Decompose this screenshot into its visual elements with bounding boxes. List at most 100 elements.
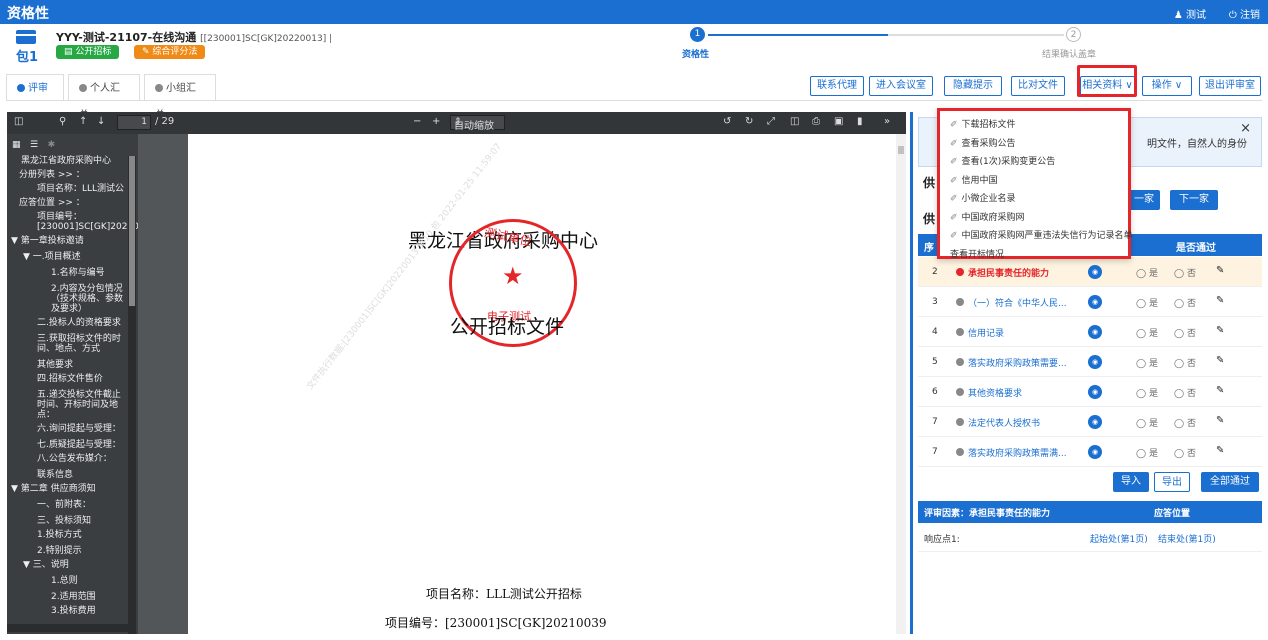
hide-tip-button[interactable]: 隐藏提示 — [944, 76, 1002, 96]
radio-yes[interactable]: ◯ 是 — [1136, 296, 1158, 309]
edit-icon[interactable]: ✎ — [1216, 385, 1224, 396]
import-button[interactable]: 导入 — [1113, 472, 1149, 492]
row-item-name[interactable]: 信用记录 — [968, 326, 1084, 339]
row-item-name[interactable]: （一）符合《中华人民... — [968, 296, 1084, 309]
radio-yes[interactable]: ◯ 是 — [1136, 386, 1158, 399]
prev-page-icon[interactable]: ↑ — [79, 116, 87, 127]
outline-item[interactable]: 联系信息 — [37, 470, 73, 481]
outline-item[interactable]: 六.询问提起与受理： — [37, 424, 121, 435]
attachment-icon[interactable]: ✱ — [48, 140, 56, 150]
pass-all-button[interactable]: 全部通过 — [1201, 472, 1259, 492]
search-icon[interactable]: ⚲ — [59, 116, 66, 127]
radio-no[interactable]: ◯ 否 — [1174, 356, 1196, 369]
outline-hscrollbar[interactable] — [7, 624, 128, 632]
outline-item[interactable]: 二.投标人的资格要求 — [37, 318, 121, 329]
table-row[interactable]: 7 落实政府采购政策需满... ◉ ◯ 是 ◯ 否 ✎ — [918, 437, 1262, 467]
detail-badge-icon[interactable]: ◉ — [1088, 295, 1102, 309]
download-icon[interactable]: ▣ — [834, 116, 843, 127]
dropdown-item[interactable]: ✐ 中国政府采购网严重违法失信行为记录名单 — [950, 228, 1133, 241]
row-item-name[interactable]: 落实政府采购政策需满... — [968, 446, 1084, 459]
detail-badge-icon[interactable]: ◉ — [1088, 445, 1102, 459]
outline-item[interactable]: [230001]SC[GK]202100 — [37, 222, 138, 233]
radio-no[interactable]: ◯ 否 — [1174, 266, 1196, 279]
outline-item[interactable]: 八.公告发布媒介： — [37, 454, 112, 465]
contact-agent-button[interactable]: 联系代理 — [810, 76, 864, 96]
sidebar-toggle-icon[interactable]: ◫ — [14, 116, 23, 127]
outline-item[interactable]: 2.特别提示 — [37, 546, 82, 557]
edit-icon[interactable]: ✎ — [1216, 265, 1224, 276]
user-name[interactable]: ♟ 测试 — [1174, 6, 1206, 21]
open-file-icon[interactable]: ◫ — [790, 116, 799, 127]
row-item-name[interactable]: 落实政府采购政策需要... — [968, 356, 1084, 369]
prev-supplier-button[interactable]: 一家 — [1128, 190, 1160, 210]
outline-item[interactable]: 一、前附表： — [37, 500, 91, 511]
radio-no[interactable]: ◯ 否 — [1174, 386, 1196, 399]
outline-item[interactable]: 1.投标方式 — [37, 530, 82, 541]
detail-badge-icon[interactable]: ◉ — [1088, 265, 1102, 279]
outline-item[interactable]: 1.总则 — [51, 576, 78, 587]
logout-button[interactable]: ⏻ 注销 — [1229, 6, 1260, 21]
rotate-ccw-icon[interactable]: ↺ — [723, 116, 731, 127]
edit-icon[interactable]: ✎ — [1216, 415, 1224, 426]
table-row[interactable]: 3 （一）符合《中华人民... ◉ ◯ 是 ◯ 否 ✎ — [918, 287, 1262, 317]
outline-item[interactable]: 3.投标费用 — [51, 606, 96, 617]
end-position-link[interactable]: 结束处(第1页) — [1158, 532, 1216, 545]
operation-button[interactable]: 操作 ∨ — [1142, 76, 1192, 96]
radio-no[interactable]: ◯ 否 — [1174, 446, 1196, 459]
row-item-name[interactable]: 法定代表人授权书 — [968, 416, 1084, 429]
outline-item[interactable]: 其他要求 — [37, 360, 73, 371]
outline-item[interactable]: 间、地点、方式 — [37, 344, 100, 355]
dropdown-item[interactable]: 查看开标情况 — [950, 247, 1004, 260]
thumbnail-icon[interactable]: ▦ — [12, 140, 21, 150]
next-supplier-button[interactable]: 下一家 — [1170, 190, 1218, 210]
outline-scroll-thumb[interactable] — [129, 156, 135, 306]
radio-no[interactable]: ◯ 否 — [1174, 416, 1196, 429]
dropdown-item[interactable]: ✐ 中国政府采购网 — [950, 210, 1025, 223]
edit-icon[interactable]: ✎ — [1216, 355, 1224, 366]
row-item-name[interactable]: 其他资格要求 — [968, 386, 1084, 399]
dropdown-item[interactable]: ✐ 下载招标文件 — [950, 117, 1016, 130]
radio-yes[interactable]: ◯ 是 — [1136, 266, 1158, 279]
outline-item[interactable]: ▼ 第一章投标邀请 — [11, 236, 84, 247]
pdf-scrollbar[interactable] — [896, 134, 906, 634]
exit-review-button[interactable]: 退出评审室 — [1199, 76, 1261, 96]
dropdown-item[interactable]: ✐ 查看采购公告 — [950, 136, 1016, 149]
radio-no[interactable]: ◯ 否 — [1174, 326, 1196, 339]
dropdown-item[interactable]: ✐ 查看(1次)采购变更公告 — [950, 154, 1055, 167]
compare-files-button[interactable]: 比对文件 — [1011, 76, 1065, 96]
start-position-link[interactable]: 起始处(第1页) — [1090, 532, 1148, 545]
fullscreen-icon[interactable]: ⤢ — [767, 116, 775, 127]
tab-review[interactable]: 评审 — [6, 74, 64, 101]
page-number-input[interactable]: 1 — [117, 115, 151, 130]
tab-group-summary[interactable]: 小组汇总 — [144, 74, 216, 121]
outline-item[interactable]: 项目名称：LLL测试公 — [37, 184, 124, 195]
detail-badge-icon[interactable]: ◉ — [1088, 415, 1102, 429]
radio-no[interactable]: ◯ 否 — [1174, 296, 1196, 309]
outline-icon[interactable]: ☰ — [30, 140, 38, 150]
radio-yes[interactable]: ◯ 是 — [1136, 356, 1158, 369]
outline-item[interactable]: ▼ 三、说明 — [23, 560, 69, 571]
more-tools-icon[interactable]: » — [884, 116, 890, 127]
outline-item[interactable]: ▼ 第二章 供应商须知 — [11, 484, 96, 495]
zoom-in-icon[interactable]: + — [432, 116, 440, 127]
outline-item[interactable]: 应答位置 >> ： — [19, 198, 85, 209]
outline-item[interactable]: 及要求） — [51, 304, 87, 315]
radio-yes[interactable]: ◯ 是 — [1136, 416, 1158, 429]
rotate-cw-icon[interactable]: ↻ — [745, 116, 753, 127]
row-item-name[interactable]: 承担民事责任的能力 — [968, 266, 1084, 279]
table-row[interactable]: 7 法定代表人授权书 ◉ ◯ 是 ◯ 否 ✎ — [918, 407, 1262, 437]
outline-item[interactable]: 黑龙江省政府采购中心 — [21, 156, 111, 167]
detail-badge-icon[interactable]: ◉ — [1088, 385, 1102, 399]
table-row[interactable]: 6 其他资格要求 ◉ ◯ 是 ◯ 否 ✎ — [918, 377, 1262, 407]
detail-badge-icon[interactable]: ◉ — [1088, 325, 1102, 339]
dropdown-item[interactable]: ✐ 小微企业名录 — [950, 191, 1016, 204]
print-icon[interactable]: ⎙ — [812, 116, 820, 127]
table-row[interactable]: 5 落实政府采购政策需要... ◉ ◯ 是 ◯ 否 ✎ — [918, 347, 1262, 377]
outline-scrollbar[interactable] — [128, 156, 136, 634]
bookmark-icon[interactable]: ▮ — [857, 116, 863, 127]
zoom-out-icon[interactable]: − — [413, 116, 421, 127]
dropdown-item[interactable]: ✐ 信用中国 — [950, 173, 998, 186]
tab-personal-summary[interactable]: 个人汇总 — [68, 74, 140, 121]
table-row[interactable]: 2 承担民事责任的能力 ◉ ◯ 是 ◯ 否 ✎ — [918, 257, 1262, 287]
edit-icon[interactable]: ✎ — [1216, 445, 1224, 456]
